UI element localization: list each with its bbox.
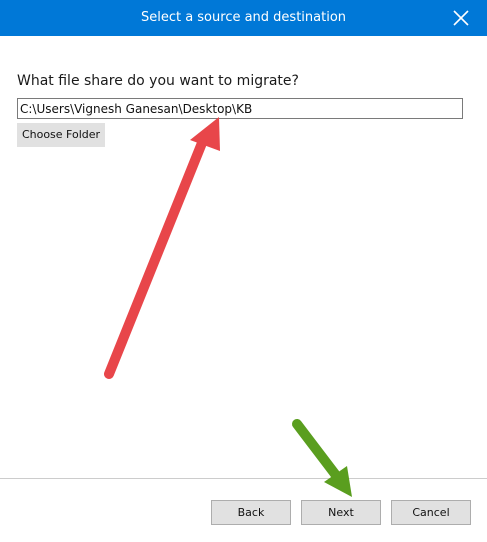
green-annotation-arrow bbox=[292, 419, 352, 497]
close-icon bbox=[453, 10, 469, 26]
back-button[interactable]: Back bbox=[211, 500, 291, 525]
file-share-prompt: What file share do you want to migrate? bbox=[17, 73, 299, 89]
close-button[interactable] bbox=[445, 2, 477, 34]
footer-divider bbox=[0, 478, 487, 479]
next-button[interactable]: Next bbox=[301, 500, 381, 525]
cancel-button[interactable]: Cancel bbox=[391, 500, 471, 525]
file-share-path-input[interactable] bbox=[17, 98, 463, 119]
window-title: Select a source and destination bbox=[140, 10, 347, 25]
choose-folder-button[interactable]: Choose Folder bbox=[17, 123, 105, 147]
red-annotation-arrow bbox=[104, 117, 220, 379]
migration-dialog: Select a source and destination What fil… bbox=[0, 0, 487, 542]
